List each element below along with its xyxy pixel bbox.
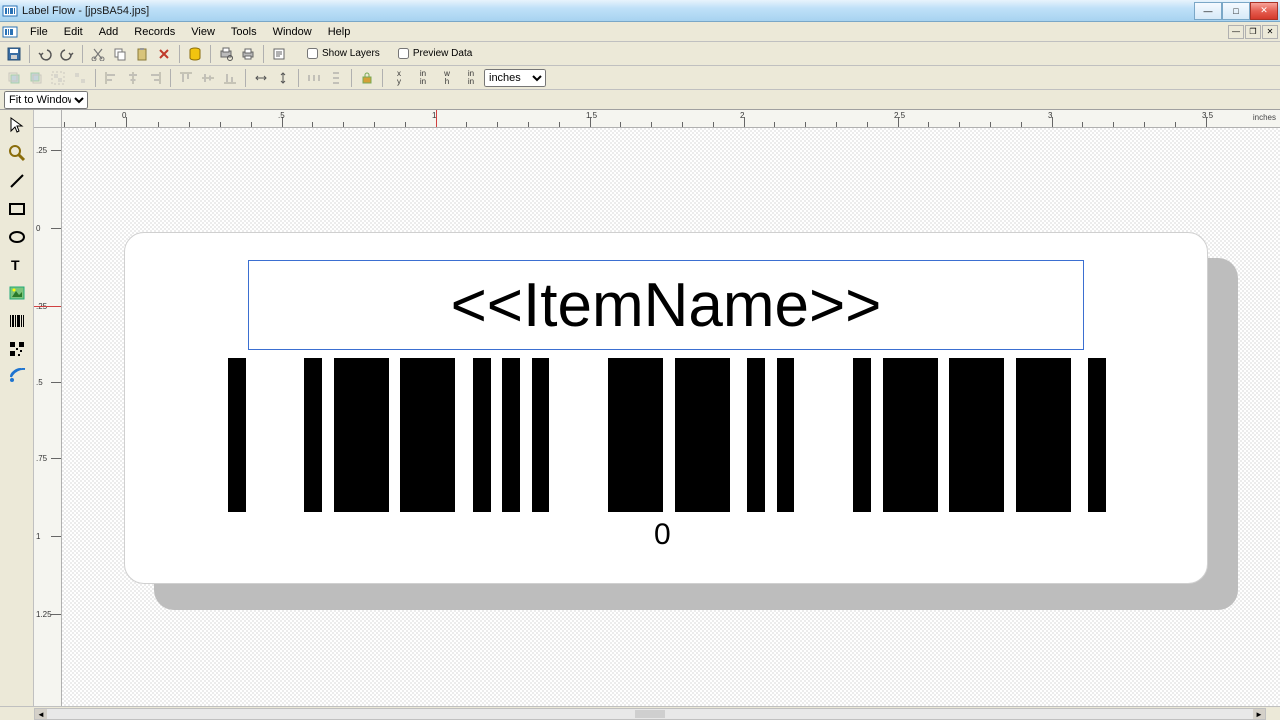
group-button[interactable] [48,68,68,88]
save-button[interactable] [4,44,24,64]
paste-button[interactable] [132,44,152,64]
coord-w-unit: inin [463,70,479,86]
preview-data-checkbox[interactable]: Preview Data [398,48,472,59]
image-tool[interactable] [3,280,31,306]
send-back-button[interactable] [26,68,46,88]
center-vert-button[interactable] [273,68,293,88]
menu-tools[interactable]: Tools [223,24,265,40]
scroll-left-icon[interactable]: ◄ [35,709,47,719]
zoom-select[interactable]: Fit to Window [4,91,88,109]
rfid-tool[interactable] [3,364,31,390]
toolbar-main: Show Layers Preview Data [0,42,1280,66]
align-top-button[interactable] [176,68,196,88]
mdi-minimize-button[interactable]: — [1228,25,1244,39]
svg-text:T: T [11,257,20,273]
menu-records[interactable]: Records [126,24,183,40]
show-layers-label: Show Layers [322,48,380,59]
coord-w: wh [439,70,455,86]
lock-button[interactable] [357,68,377,88]
close-button[interactable]: ✕ [1250,2,1278,20]
maximize-button[interactable]: □ [1222,2,1250,20]
tool-palette: T [0,110,34,706]
align-left-button[interactable] [101,68,121,88]
h-scrollbar[interactable]: ◄ ► [34,708,1266,720]
print-button[interactable] [238,44,258,64]
menu-add[interactable]: Add [91,24,127,40]
minimize-button[interactable]: — [1194,2,1222,20]
barcode-tool[interactable] [3,308,31,334]
dist-horiz-button[interactable] [304,68,324,88]
units-select[interactable]: inches [484,69,546,87]
text-tool[interactable]: T [3,252,31,278]
ungroup-button[interactable] [70,68,90,88]
zoom-bar: Fit to Window [0,90,1280,110]
ruler-horizontal[interactable]: inches 0.511.522.533.5 [62,110,1280,128]
ruler-vertical[interactable]: .250.25.5.7511.25 [34,128,62,706]
scroll-right-icon[interactable]: ► [1253,709,1265,719]
coord-x: xy [391,70,407,86]
line-tool[interactable] [3,168,31,194]
align-center-v-button[interactable] [198,68,218,88]
menu-file[interactable]: File [22,24,56,40]
cut-button[interactable] [88,44,108,64]
print-preview-button[interactable] [216,44,236,64]
rectangle-tool[interactable] [3,196,31,222]
barcode-value: 0 [654,518,671,552]
window-controls: — □ ✕ [1194,2,1278,20]
ruler-corner [34,110,62,128]
menu-help[interactable]: Help [320,24,359,40]
properties-button[interactable] [269,44,289,64]
coord-x-unit: inin [415,70,431,86]
redo-button[interactable] [57,44,77,64]
copy-button[interactable] [110,44,130,64]
title-bar: Label Flow - [jpsBA54.jps] — □ ✕ [0,0,1280,22]
ellipse-tool[interactable] [3,224,31,250]
mdi-close-button[interactable]: ✕ [1262,25,1278,39]
barcode2d-tool[interactable] [3,336,31,362]
text-field[interactable]: <<ItemName>> [248,260,1084,350]
preview-data-label: Preview Data [413,48,472,59]
center-horiz-button[interactable] [251,68,271,88]
scroll-thumb[interactable] [635,710,665,718]
bring-front-button[interactable] [4,68,24,88]
delete-button[interactable] [154,44,174,64]
menu-window[interactable]: Window [265,24,320,40]
align-right-button[interactable] [145,68,165,88]
status-bar: ◄ ► [0,706,1280,720]
canvas-area: inches 0.511.522.533.5 .250.25.5.7511.25… [34,110,1280,706]
mdi-restore-button[interactable]: ❐ [1245,25,1261,39]
app-icon [2,3,18,19]
align-center-h-button[interactable] [123,68,143,88]
dist-vert-button[interactable] [326,68,346,88]
window-title: Label Flow - [jpsBA54.jps] [22,5,1194,17]
menu-bar: File Edit Add Records View Tools Window … [0,22,1280,42]
select-tool[interactable] [3,112,31,138]
work-area: T inches 0.511.522.533.5 .250.25.5.7511.… [0,110,1280,706]
ruler-units-label: inches [1253,113,1276,122]
toolbar-align: xy inin wh inin inches [0,66,1280,90]
menu-view[interactable]: View [183,24,223,40]
show-layers-checkbox[interactable]: Show Layers [307,48,380,59]
canvas[interactable]: <<ItemName>> 0 [62,128,1280,706]
database-button[interactable] [185,44,205,64]
doc-icon [2,24,18,40]
undo-button[interactable] [35,44,55,64]
menu-edit[interactable]: Edit [56,24,91,40]
align-bottom-button[interactable] [220,68,240,88]
zoom-tool[interactable] [3,140,31,166]
barcode[interactable] [228,358,1106,512]
